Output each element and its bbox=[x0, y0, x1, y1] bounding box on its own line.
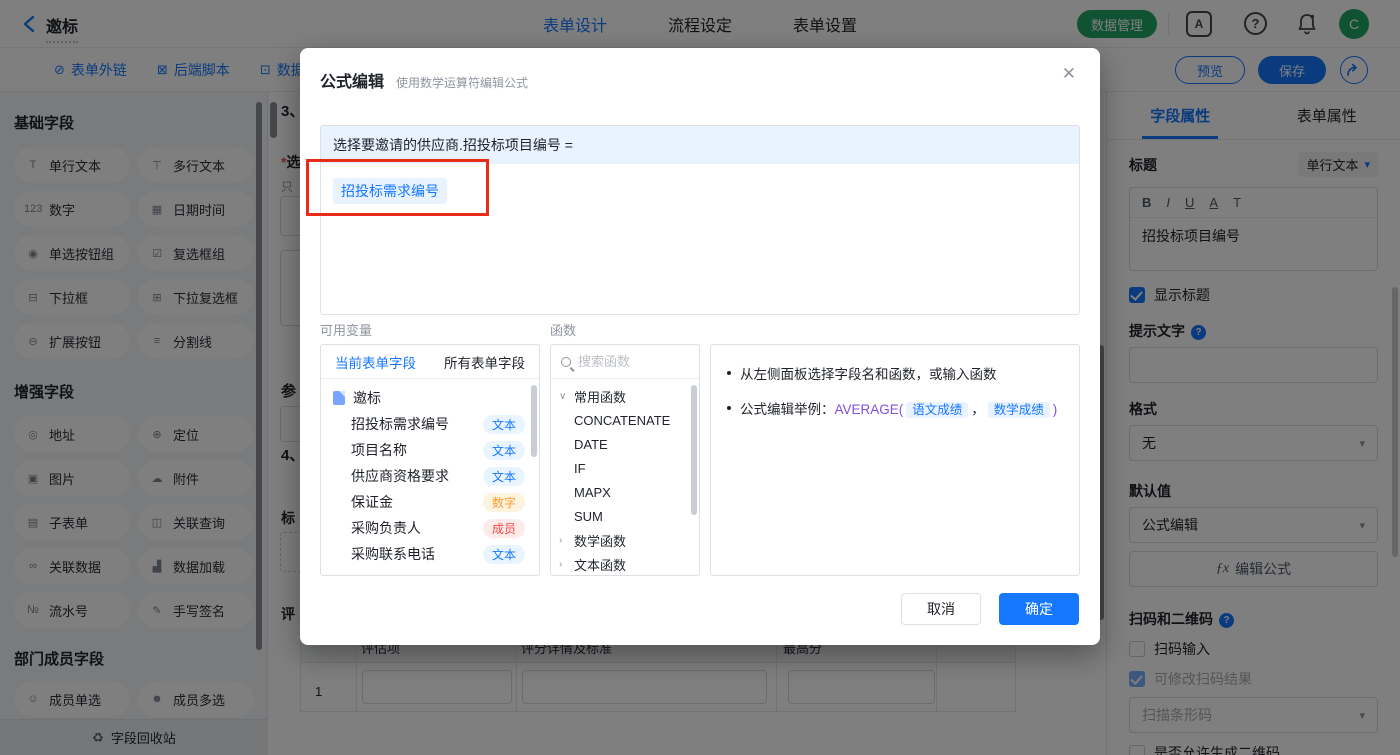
modal-subtitle: 使用数学运算符编辑公式 bbox=[396, 76, 529, 90]
help-tip-1: 从左侧面板选择字段名和函数，或输入函数 bbox=[727, 363, 1063, 383]
formula-input-area[interactable]: 招投标需求编号 bbox=[321, 164, 1079, 314]
functions-label: 函数 bbox=[550, 323, 577, 338]
variable-items: 招投标需求编号 文本 项目名称 文本 供应商资格要求 文本 保证金 数字 采购负… bbox=[321, 411, 539, 567]
common-function-items: CONCATENATE DATE IF MAPX SUM bbox=[551, 408, 699, 528]
variable-label: 招投标需求编号 bbox=[351, 416, 449, 432]
function-search-input[interactable] bbox=[578, 354, 670, 369]
help-tip-2: 公式编辑举例：AVERAGE(语文成绩，数学成绩) bbox=[727, 398, 1063, 418]
function-group[interactable]: › 文本函数 bbox=[551, 552, 699, 575]
chevron-expanded-icon: ∨ bbox=[559, 390, 567, 402]
variable-label: 供应商资格要求 bbox=[351, 468, 449, 484]
modal-header: 公式编辑 使用数学运算符编辑公式 bbox=[300, 48, 1100, 92]
variables-tree: 邀标 招投标需求编号 文本 项目名称 文本 供应商资格要求 文本 保证金 数字 … bbox=[321, 379, 539, 573]
form-designer-app: 邀标 表单设计 流程设定 表单设置 数据管理 A ? C ⊘表单外链 ⊠后端脚本… bbox=[0, 0, 1400, 755]
function-group[interactable]: › 数学函数 bbox=[551, 528, 699, 552]
function-item[interactable]: MAPX bbox=[551, 480, 699, 504]
variable-item[interactable]: 供应商资格要求 文本 bbox=[321, 463, 539, 489]
function-group-common[interactable]: ∨ 常用函数 bbox=[551, 384, 699, 408]
cancel-button[interactable]: 取消 bbox=[901, 593, 981, 625]
variable-item[interactable]: 保证金 数字 bbox=[321, 489, 539, 515]
collapsed-function-groups: › 数学函数 › 文本函数 bbox=[551, 528, 699, 575]
confirm-button[interactable]: 确定 bbox=[999, 593, 1079, 625]
function-item[interactable]: CONCATENATE bbox=[551, 408, 699, 432]
variable-type-badge: 文本 bbox=[482, 544, 525, 564]
function-search-row bbox=[551, 345, 699, 379]
variable-item[interactable]: 采购负责人 成员 bbox=[321, 515, 539, 541]
formula-target-strip: 选择要邀请的供应商.招投标项目编号 = bbox=[321, 126, 1079, 164]
bullet-dot bbox=[727, 406, 731, 410]
functions-panel: ∨ 常用函数 CONCATENATEDATEIFMAPXSUM › 数学函数 bbox=[550, 344, 700, 576]
search-icon bbox=[561, 356, 571, 367]
variables-tabs: 当前表单字段 所有表单字段 bbox=[321, 345, 539, 379]
close-icon[interactable]: ✕ bbox=[1062, 64, 1076, 84]
formula-editor-box: 选择要邀请的供应商.招投标项目编号 = 招投标需求编号 bbox=[320, 125, 1080, 315]
tab-all-form-fields[interactable]: 所有表单字段 bbox=[430, 345, 539, 378]
variables-panel: 当前表单字段 所有表单字段 邀标 招投标需求编号 文本 项目名称 文本 供应商资… bbox=[320, 344, 540, 576]
functions-tree: ∨ 常用函数 CONCATENATE DATE IF MAPX SUM › 数学函数 bbox=[551, 379, 699, 575]
variable-item[interactable]: 招投标需求编号 文本 bbox=[321, 411, 539, 437]
variable-type-badge: 文本 bbox=[482, 466, 525, 486]
variable-label: 项目名称 bbox=[351, 442, 407, 458]
formula-token[interactable]: 招投标需求编号 bbox=[333, 178, 447, 204]
tab-current-form-fields[interactable]: 当前表单字段 bbox=[321, 345, 430, 378]
example-chip: 语文成绩 bbox=[906, 402, 969, 418]
variable-type-badge: 文本 bbox=[482, 414, 525, 434]
variable-type-badge: 成员 bbox=[482, 518, 525, 538]
chevron-collapsed-icon: › bbox=[559, 534, 563, 546]
formula-edit-modal: 公式编辑 使用数学运算符编辑公式 ✕ 选择要邀请的供应商.招投标项目编号 = 招… bbox=[300, 48, 1100, 645]
help-example: 公式编辑举例：AVERAGE(语文成绩，数学成绩) bbox=[740, 402, 1058, 418]
variable-type-badge: 文本 bbox=[482, 440, 525, 460]
bullet-dot bbox=[727, 371, 731, 375]
variable-item[interactable]: 项目名称 文本 bbox=[321, 437, 539, 463]
function-item[interactable]: SUM bbox=[551, 504, 699, 528]
functions-scrollbar-thumb[interactable] bbox=[691, 385, 697, 515]
modal-title: 公式编辑 bbox=[320, 74, 385, 91]
chevron-collapsed-icon: › bbox=[559, 558, 563, 570]
function-group-label: 数学函数 bbox=[574, 533, 627, 549]
form-node-label: 邀标 bbox=[353, 390, 381, 406]
form-file-icon bbox=[333, 391, 345, 405]
function-item[interactable]: IF bbox=[551, 456, 699, 480]
variables-scrollbar-thumb[interactable] bbox=[531, 385, 537, 457]
function-group-label: 文本函数 bbox=[574, 557, 627, 573]
example-chip: 数学成绩 bbox=[987, 402, 1050, 418]
variable-label: 保证金 bbox=[351, 494, 393, 510]
variable-label: 采购联系电话 bbox=[351, 546, 435, 562]
function-item[interactable]: DATE bbox=[551, 432, 699, 456]
variable-item[interactable]: 采购联系电话 文本 bbox=[321, 541, 539, 567]
variable-type-badge: 数字 bbox=[482, 492, 525, 512]
formula-help-panel: 从左侧面板选择字段名和函数，或输入函数 公式编辑举例：AVERAGE(语文成绩，… bbox=[710, 344, 1080, 576]
function-group-label: 常用函数 bbox=[574, 389, 627, 405]
variable-label: 采购负责人 bbox=[351, 520, 421, 536]
form-node[interactable]: 邀标 bbox=[321, 385, 539, 411]
variables-label: 可用变量 bbox=[320, 323, 373, 338]
